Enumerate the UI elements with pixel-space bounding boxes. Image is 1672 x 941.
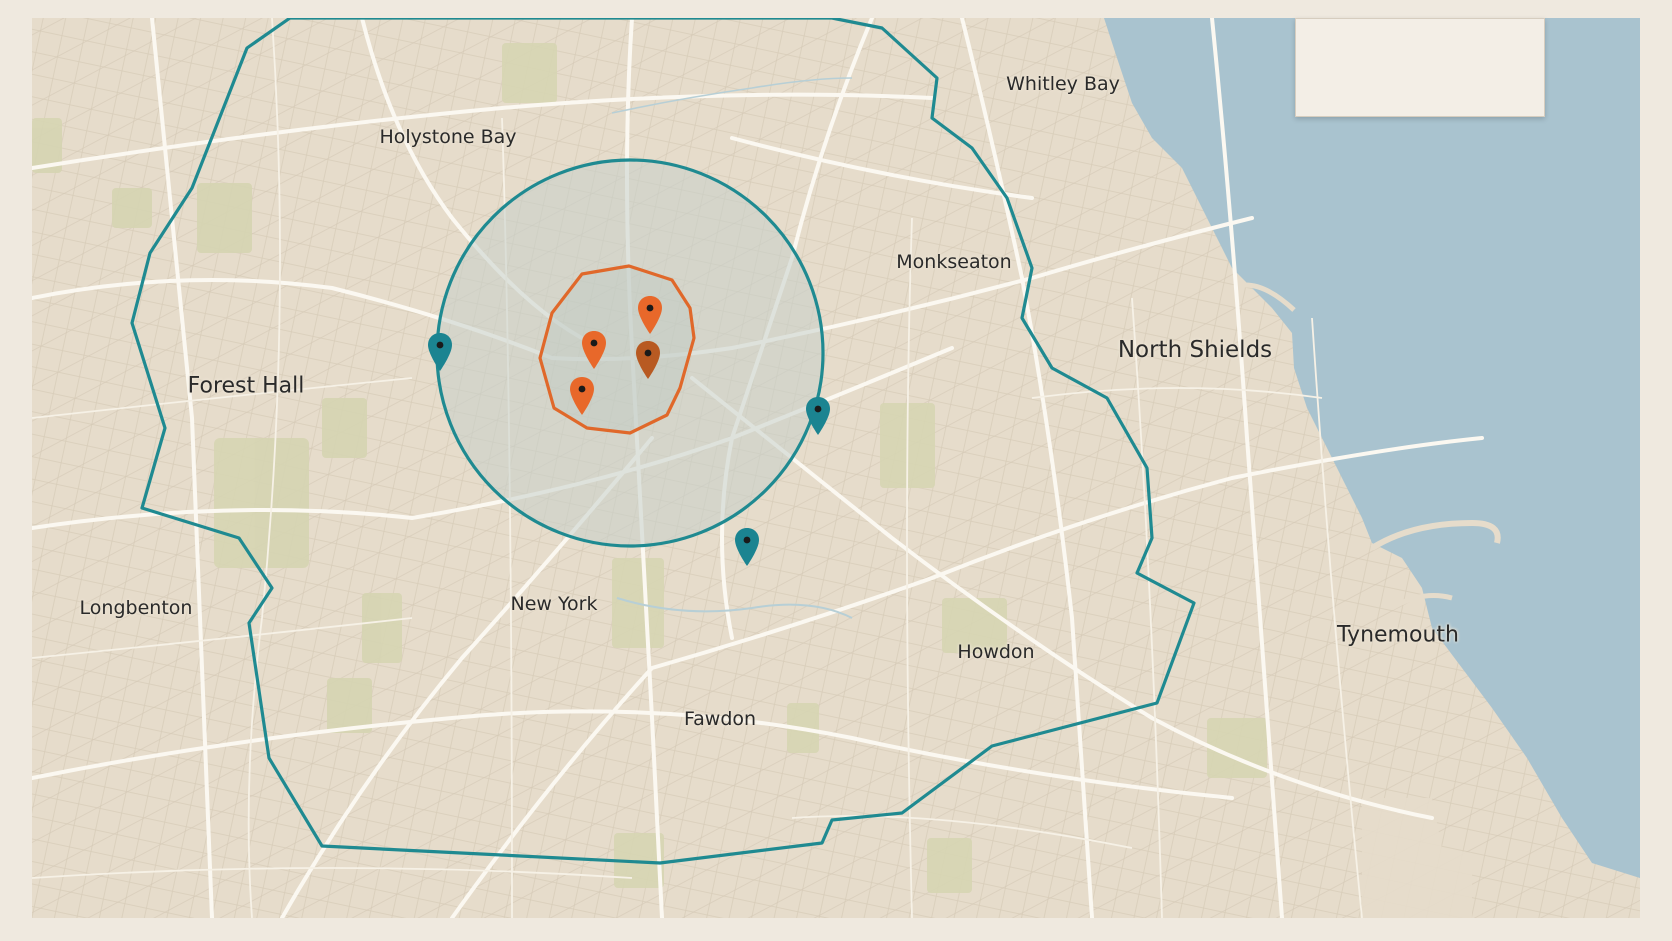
orange-map-pin[interactable] [635, 340, 661, 380]
place-label-forest-hall: Forest Hall [187, 373, 305, 399]
map-canvas[interactable]: Whitley Bay Holystone Bay Monkseaton Nor… [32, 18, 1640, 918]
place-label-north-shields: North Shields [1117, 337, 1273, 363]
place-label-whitley-bay: Whitley Bay [1006, 73, 1120, 95]
place-label-longbenton: Longbenton [79, 597, 193, 619]
place-label-fawdon: Fawdon [683, 708, 757, 730]
orange-map-pin[interactable] [637, 295, 663, 335]
teal-map-pin[interactable] [805, 396, 831, 436]
place-label-monkseaton: Monkseaton [896, 251, 1012, 273]
place-label-howdon: Howdon [957, 641, 1035, 663]
map-legend-box [1295, 18, 1545, 117]
place-label-tynemouth: Tynemouth [1337, 622, 1459, 648]
orange-map-pin[interactable] [569, 376, 595, 416]
place-label-new-york: New York [510, 593, 598, 615]
teal-map-pin[interactable] [734, 527, 760, 567]
map-frame: Whitley Bay Holystone Bay Monkseaton Nor… [0, 0, 1672, 941]
place-label-holystone-bay: Holystone Bay [379, 126, 517, 148]
map-base [32, 18, 1640, 918]
orange-map-pin[interactable] [581, 330, 607, 370]
teal-map-pin[interactable] [427, 332, 453, 372]
